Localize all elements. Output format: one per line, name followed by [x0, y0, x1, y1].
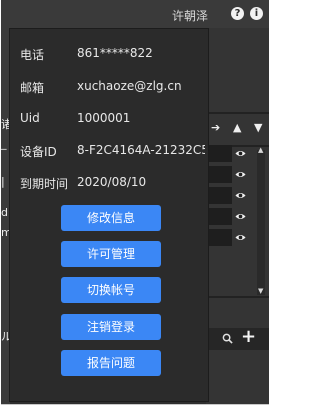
plus-icon[interactable]: + [241, 326, 256, 348]
row-cell [209, 208, 232, 225]
device-id-label: 设备ID [20, 145, 57, 159]
top-bar: 许朝泽 ? i [1, 0, 269, 29]
expiry-label: 到期时间 [20, 177, 69, 191]
phone-label: 电话 [20, 48, 45, 62]
list-row[interactable] [209, 166, 255, 185]
row-cell [209, 145, 232, 162]
email-value: xuchaoze@zlg.cn [77, 79, 182, 93]
uid-value: 1000001 [77, 111, 131, 125]
eye-icon[interactable] [235, 211, 246, 222]
logout-button[interactable]: 注销登录 [61, 314, 161, 340]
list-row[interactable] [209, 229, 255, 248]
eye-icon[interactable] [235, 190, 246, 201]
divider [206, 112, 269, 114]
background-fragment: d [1, 206, 8, 219]
device-id-value: 8-F2C4164A-21232C5 [77, 143, 205, 157]
row-cell [209, 187, 232, 204]
row-cell [209, 229, 232, 246]
background-fragment: | [1, 175, 5, 188]
account-popup: 电话 861*****822 邮箱 xuchaoze@zlg.cn Uid 10… [9, 28, 209, 402]
info-icon[interactable]: i [250, 7, 263, 20]
search-icon[interactable] [222, 333, 233, 344]
phone-value: 861*****822 [77, 46, 153, 60]
divider [206, 296, 269, 298]
eye-icon[interactable] [235, 169, 246, 180]
app-window: 许朝泽 ? i 诸 _ | d m ル ➔ ▲ ▼ ▲ ▼ + 电话 861**… [1, 0, 269, 405]
background-fragment: _ [1, 137, 7, 150]
help-icon[interactable]: ? [231, 7, 244, 20]
list-row[interactable] [209, 208, 255, 227]
username-label[interactable]: 许朝泽 [172, 7, 208, 24]
scrollbar[interactable] [257, 150, 265, 295]
scroll-down-icon[interactable]: ▼ [258, 287, 263, 295]
email-label: 邮箱 [20, 81, 45, 95]
search-bar[interactable] [206, 328, 269, 350]
switch-account-button[interactable]: 切换帐号 [61, 277, 161, 303]
list-row[interactable] [209, 145, 255, 164]
license-manage-button[interactable]: 许可管理 [61, 241, 161, 267]
scroll-up-icon[interactable]: ▲ [258, 146, 263, 154]
report-issue-button[interactable]: 报告问题 [61, 350, 161, 376]
row-cell [209, 166, 232, 183]
eye-icon[interactable] [235, 148, 246, 159]
list-row[interactable] [209, 187, 255, 206]
arrow-down-icon[interactable]: ▼ [254, 121, 262, 134]
arrow-right-icon[interactable]: ➔ [211, 121, 220, 134]
eye-icon[interactable] [235, 232, 246, 243]
uid-label: Uid [20, 111, 40, 125]
expiry-value: 2020/08/10 [77, 175, 147, 189]
edit-info-button[interactable]: 修改信息 [61, 205, 161, 231]
arrow-up-icon[interactable]: ▲ [233, 121, 241, 134]
